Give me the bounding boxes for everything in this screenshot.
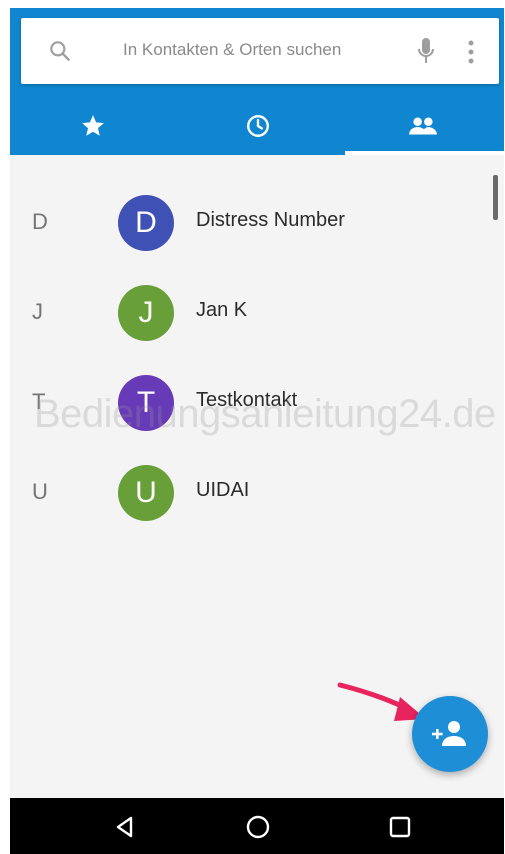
tab-bar xyxy=(10,98,504,155)
people-icon xyxy=(408,117,437,135)
tab-recent[interactable] xyxy=(175,98,340,155)
mic-icon[interactable] xyxy=(416,36,436,66)
contact-row[interactable]: J J Jan K xyxy=(10,273,480,363)
search-bar[interactable]: In Kontakten & Orten suchen xyxy=(21,18,499,84)
section-letter: U xyxy=(32,479,48,504)
dialer-app: In Kontakten & Orten suchen D D Distress… xyxy=(10,8,504,854)
system-nav-bar xyxy=(10,798,504,854)
tab-favorites[interactable] xyxy=(10,98,175,155)
recents-icon[interactable] xyxy=(385,812,415,842)
app-header: In Kontakten & Orten suchen xyxy=(10,8,504,155)
contact-name: UIDAI xyxy=(196,479,250,501)
search-icon xyxy=(50,41,70,61)
back-icon[interactable] xyxy=(110,812,140,842)
contact-name: Jan K xyxy=(196,299,248,321)
star-icon xyxy=(81,115,104,136)
contact-row[interactable]: D D Distress Number xyxy=(10,183,480,273)
contact-row[interactable]: U U UIDAI xyxy=(10,453,480,543)
avatar: J xyxy=(118,285,174,341)
section-letter: D xyxy=(32,209,48,234)
home-icon[interactable] xyxy=(243,812,273,842)
section-letter: J xyxy=(32,299,43,324)
avatar: D xyxy=(118,195,174,251)
clock-icon xyxy=(246,115,269,137)
watermark: Bedienungsanleitung24.de xyxy=(34,392,496,436)
add-contact-button[interactable] xyxy=(412,696,488,772)
more-vert-icon[interactable] xyxy=(466,38,476,66)
add-contact-icon xyxy=(432,721,466,746)
avatar: U xyxy=(118,465,174,521)
tab-contacts[interactable] xyxy=(340,98,505,155)
scrollbar[interactable] xyxy=(493,175,498,220)
search-input[interactable]: In Kontakten & Orten suchen xyxy=(123,40,341,60)
contact-name: Distress Number xyxy=(196,209,345,231)
